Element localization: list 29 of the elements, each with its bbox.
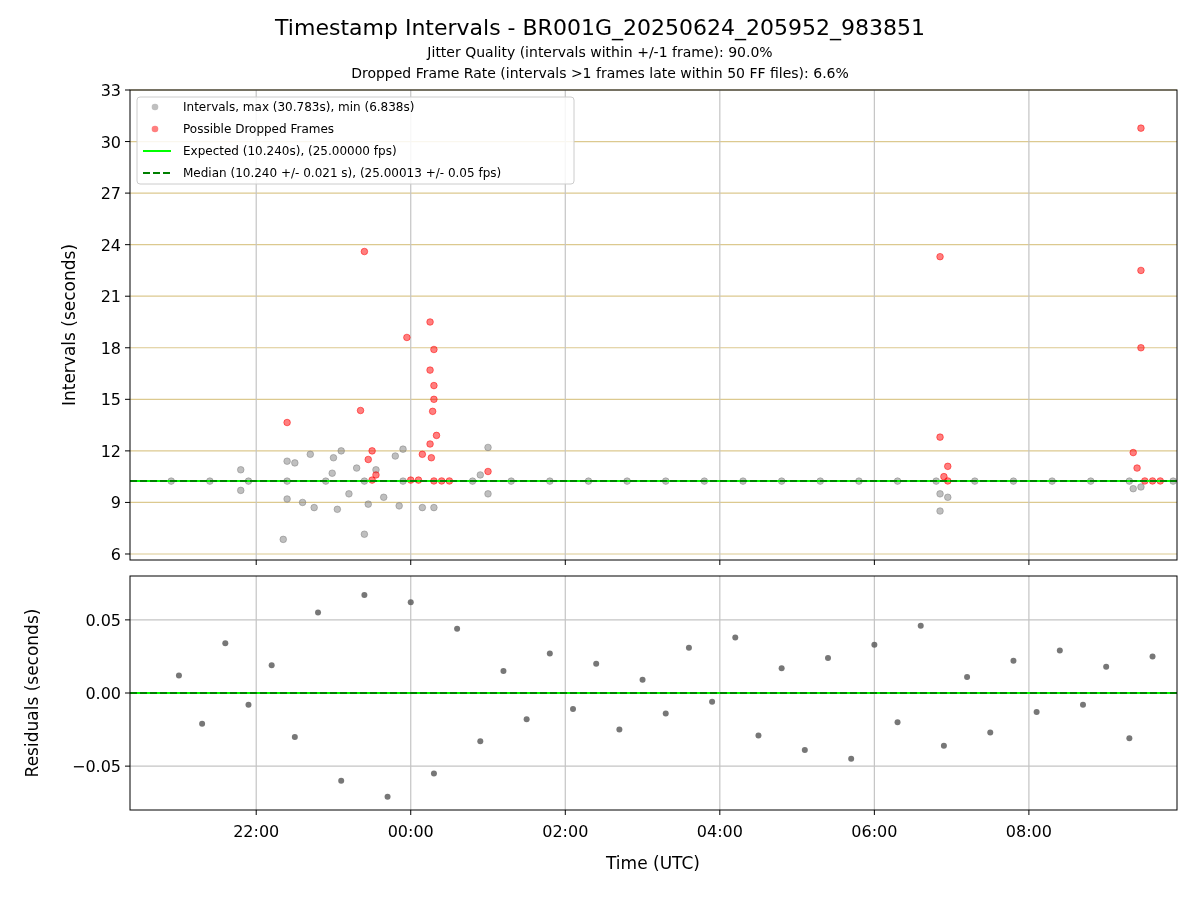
tick-label: 0.00 [85,684,121,703]
tick-label: 00:00 [387,822,434,841]
chart-subtitle: Jitter Quality (intervals within +/-1 frame): 90.0% [427,43,773,62]
tick-label: 22:00 [233,822,280,841]
tick-label: 24 [100,235,121,255]
tick-label: 02:00 [542,822,589,841]
chart-title: Timestamp Intervals - BR001G_20250624_205952_983851 [275,14,925,42]
chart-subtitle: Dropped Frame Rate (intervals >1 frames late within 50 FF files): 6.6% [351,64,849,83]
tick-label: 21 [100,287,121,307]
tick-label: 9 [110,493,121,513]
tick-label: 27 [100,184,121,204]
tick-label: −0.05 [71,757,121,777]
tick-label: 08:00 [1005,822,1052,841]
tick-label: 30 [100,132,121,152]
legend-label: Median (10.240 +/- 0.021 s), (25.00013 +/- 0.05 fps) [183,166,502,180]
tick-label: 12 [100,441,121,461]
axis-label: Intervals (seconds) [59,243,79,407]
axis-label: Residuals (seconds) [22,608,42,778]
tick-label: 06:00 [851,822,898,841]
legend-label: Expected (10.240s), (25.00000 fps) [183,144,397,158]
tick-label: 15 [100,390,121,410]
tick-label: 18 [100,338,121,358]
tick-label: 33 [100,81,121,100]
tick-label: 6 [110,545,121,564]
legend-label: Intervals, max (30.783s), min (6.838s) [183,100,415,114]
tick-label: 0.05 [85,610,121,630]
axis-label: Time (UTC) [606,853,700,873]
legend-label: Possible Dropped Frames [183,122,335,136]
tick-label: 04:00 [696,822,743,841]
